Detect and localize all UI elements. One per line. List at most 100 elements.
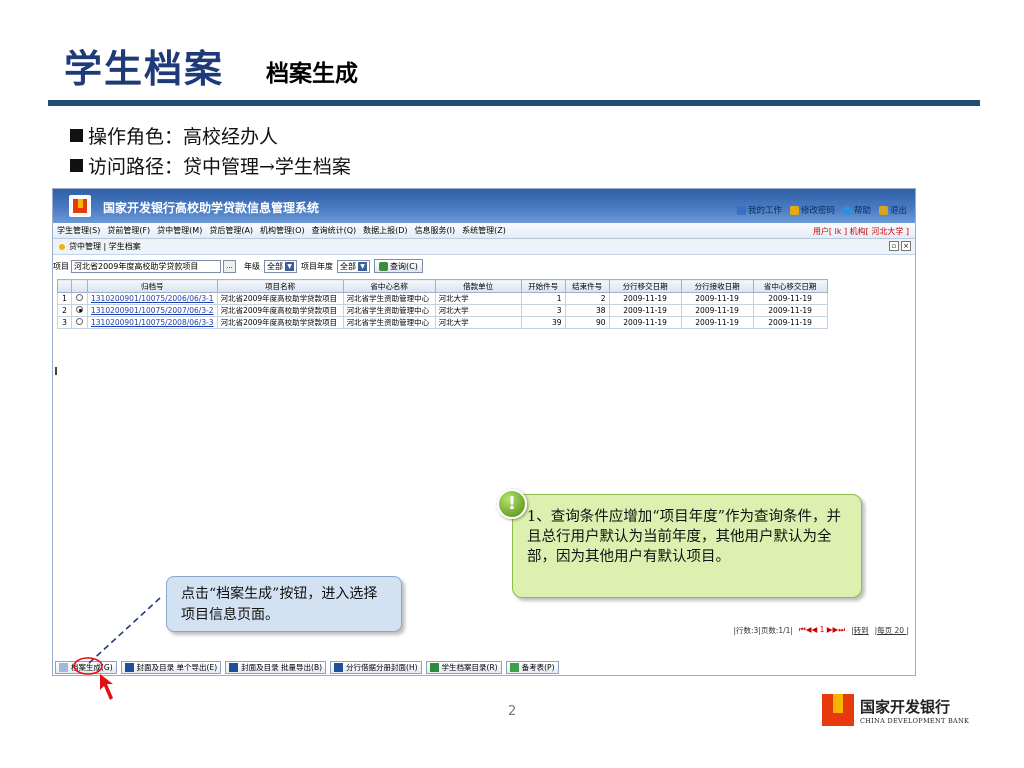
brand-name-en: CHINA DEVELOPMENT BANK [860,716,970,725]
branch-cover-button[interactable]: 分行借据分册封面(H) [330,660,422,674]
branch-transfer-cell: 2009-11-19 [608,304,682,317]
pager-per-page[interactable]: |每页 20 | [875,625,909,636]
project-input[interactable]: 河北省2009年度高校助学贷款项目 [71,259,221,273]
unit-cell: 河北大学 [434,316,522,329]
row-radio[interactable] [71,292,88,305]
chevron-down-icon: ▼ [285,261,294,271]
page-number: 2 [508,704,517,719]
pagination: |行数:3|页数:1/1| ⏮◀◀ 1 ▶▶⏭ |转到 |每页 20 | [733,625,909,636]
center-cell: 河北省学生资助管理中心 [342,292,436,305]
archive-no-link[interactable]: 1310200901/10075/2006/06/3-1 [87,292,218,305]
year-label: 项目年度 [301,261,333,271]
row-radio[interactable] [71,304,88,317]
cdb-logo-icon [822,694,854,726]
chevron-down-icon: ▼ [358,261,367,271]
radio-icon[interactable] [76,294,83,301]
branch-transfer-cell: 2009-11-19 [608,316,682,329]
start-cell: 3 [520,304,566,317]
brand-name-cn: 国家开发银行 [860,697,951,716]
grade-select[interactable]: 全部 ▼ [264,259,297,273]
project-cell: 河北省2009年度高校助学贷款项目 [216,316,344,329]
export-batch-button[interactable]: 封面及目录 批量导出(B) [225,660,327,674]
row-index: 3 [57,316,72,329]
pager-goto[interactable]: |转到 [851,625,869,636]
change-password-link[interactable]: 修改密码 [789,204,835,216]
chart-icon [509,662,519,672]
project-label: 项目 [53,261,69,271]
square-bullet-icon [70,159,83,172]
archive-no-link[interactable]: 1310200901/10075/2007/06/3-2 [87,304,218,317]
end-cell: 2 [564,292,610,305]
menu-student[interactable]: 学生管理(S) [57,225,100,236]
end-cell: 90 [564,316,610,329]
query-button[interactable]: 查询(C) [374,259,423,273]
export-icon [334,662,344,672]
col-branch-receive[interactable]: 分行接收日期 [680,279,754,293]
menu-report[interactable]: 数据上报(D) [363,225,407,236]
slide-title: 学生档案 [64,46,225,91]
excel-icon [429,662,439,672]
warning-icon: ! [497,489,527,519]
radio-icon[interactable] [76,318,83,325]
col-unit[interactable]: 借款单位 [434,279,522,293]
student-catalog-button[interactable]: 学生档案目录(R) [425,660,502,674]
row-index: 1 [57,292,72,305]
splitter-handle[interactable] [55,367,57,375]
center-transfer-cell: 2009-11-19 [752,292,828,305]
col-center-transfer[interactable]: 省中心移交日期 [752,279,828,293]
col-start[interactable]: 开始件号 [520,279,566,293]
logout-link[interactable]: 退出 [878,204,907,216]
close-icon[interactable]: × [901,241,911,251]
cursor-arrow-icon [100,674,113,700]
export-icon [229,662,239,672]
menu-org[interactable]: 机构管理(O) [260,225,305,236]
col-end[interactable]: 结束件号 [564,279,610,293]
col-project[interactable]: 项目名称 [216,279,344,293]
branch-transfer-cell: 2009-11-19 [608,292,682,305]
brand-footer: 国家开发银行 CHINA DEVELOPMENT BANK [822,694,969,726]
slide-subtitle: 档案生成 [266,60,358,87]
pager-nav[interactable]: ⏮◀◀ 1 ▶▶⏭ [799,625,845,636]
project-picker-button[interactable]: ... [223,259,236,273]
bullet-dot-icon [59,243,65,250]
generate-archive-button[interactable]: 档案生成(G) [55,660,117,674]
col-center[interactable]: 省中心名称 [342,279,436,293]
menu-in-loan[interactable]: 贷中管理(M) [157,225,202,236]
user-icon [736,205,746,215]
menu-pre-loan[interactable]: 贷前管理(F) [107,225,150,236]
unit-cell: 河北大学 [434,304,522,317]
branch-receive-cell: 2009-11-19 [680,292,754,305]
bullet-path: 访问路径：贷中管理→学生档案 [70,152,351,179]
unit-cell: 河北大学 [434,292,522,305]
my-work-link[interactable]: 我的工作 [736,204,782,216]
table-row[interactable]: 3 1310200901/10075/2008/06/3-3 河北省2009年度… [57,316,828,329]
remark-sheet-button[interactable]: 备考表(P) [505,660,559,674]
start-cell: 1 [520,292,566,305]
table-header-row: 归档号 项目名称 省中心名称 借款单位 开始件号 结束件号 分行移交日期 分行接… [57,279,828,293]
title-divider [48,100,980,106]
export-single-button[interactable]: 封面及目录 单个导出(E) [120,660,222,674]
help-icon [842,205,852,215]
breadcrumb-text: 贷中管理 | 学生档案 [69,242,141,251]
menu-info[interactable]: 信息服务(I) [415,225,456,236]
table-row[interactable]: 1 1310200901/10075/2006/06/3-1 河北省2009年度… [57,292,828,305]
archive-no-link[interactable]: 1310200901/10075/2008/06/3-3 [87,316,218,329]
table-row[interactable]: 2 1310200901/10075/2007/06/3-2 河北省2009年度… [57,304,828,317]
query-bar: 项目 河北省2009年度高校助学贷款项目 ... 年级 全部 ▼ 项目年度 全部 ▼… [53,257,915,275]
row-radio[interactable] [71,316,88,329]
menu-post-loan[interactable]: 贷后管理(A) [209,225,253,236]
bottom-toolbar: 档案生成(G) 封面及目录 单个导出(E) 封面及目录 批量导出(B) 分行借据… [53,659,915,675]
row-index: 2 [57,304,72,317]
restore-icon[interactable]: ▫ [889,241,899,251]
col-branch-transfer[interactable]: 分行移交日期 [608,279,682,293]
main-menu: 学生管理(S) 贷前管理(F) 贷中管理(M) 贷后管理(A) 机构管理(O) … [53,223,915,239]
app-header: 国家开发银行高校助学贷款信息管理系统 我的工作 修改密码 帮助 退出 [53,189,915,223]
menu-system[interactable]: 系统管理(Z) [462,225,506,236]
radio-icon[interactable] [76,306,83,313]
col-archive-no[interactable]: 归档号 [87,279,218,293]
pager-info: |行数:3|页数:1/1| [733,626,793,635]
help-link[interactable]: 帮助 [842,204,871,216]
menu-query[interactable]: 查询统计(Q) [312,225,357,236]
year-select[interactable]: 全部 ▼ [337,259,370,273]
app-title: 国家开发银行高校助学贷款信息管理系统 [103,201,320,215]
